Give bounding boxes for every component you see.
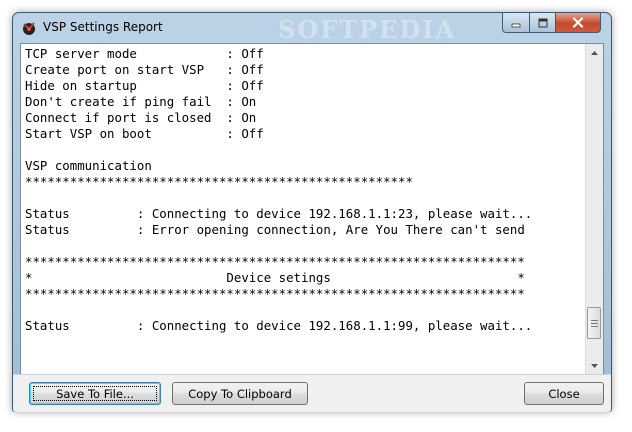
window-title: VSP Settings Report xyxy=(43,20,163,34)
report-window: VSP Settings Report SOFTPEDIA TCP server… xyxy=(12,12,612,412)
focus-rectangle xyxy=(33,386,157,401)
save-to-file-button[interactable]: Save To File... xyxy=(29,382,161,405)
report-line: Status : Connecting to device 192.168.1.… xyxy=(25,318,533,333)
report-line xyxy=(25,190,585,206)
button-bar: Save To File... Copy To Clipboard Close xyxy=(13,374,611,412)
report-line xyxy=(25,238,585,254)
close-window-button[interactable] xyxy=(555,13,601,33)
scroll-up-button[interactable] xyxy=(586,44,603,61)
report-line xyxy=(25,302,585,318)
thumb-grip xyxy=(591,323,598,324)
report-line: Status : Connecting to device 192.168.1.… xyxy=(25,206,533,221)
copy-to-clipboard-button[interactable]: Copy To Clipboard xyxy=(172,382,308,405)
report-line: VSP communication xyxy=(25,158,152,173)
app-icon xyxy=(23,22,35,35)
report-line: Create port on start VSP : Off xyxy=(25,62,264,77)
report-line: Status : Error opening connection, Are Y… xyxy=(25,222,525,237)
thumb-grip xyxy=(591,320,598,321)
maximize-button[interactable] xyxy=(529,13,556,33)
close-button[interactable]: Close xyxy=(524,382,604,405)
maximize-icon xyxy=(538,18,547,27)
report-line xyxy=(25,142,585,158)
scrollbar-thumb[interactable] xyxy=(587,307,601,339)
thumb-grip xyxy=(591,326,598,327)
report-text: TCP server mode : Off Create port on star… xyxy=(25,46,585,372)
report-line: ****************************************… xyxy=(25,286,525,301)
chevron-up-icon xyxy=(591,50,598,55)
watermark: SOFTPEDIA xyxy=(278,15,457,44)
report-line: * Device setings * xyxy=(25,270,525,285)
chevron-down-icon xyxy=(591,363,598,368)
vertical-scrollbar[interactable] xyxy=(585,44,603,374)
copy-button-label: Copy To Clipboard xyxy=(188,386,292,401)
report-line: ****************************************… xyxy=(25,174,413,189)
minimize-button[interactable] xyxy=(502,13,530,33)
report-line: Don't create if ping fail : On xyxy=(25,94,257,109)
report-line: TCP server mode : Off xyxy=(25,46,264,61)
report-line: Start VSP on boot : Off xyxy=(25,126,264,141)
scroll-down-button[interactable] xyxy=(586,357,603,374)
report-line: Connect if port is closed : On xyxy=(25,110,257,125)
minimize-icon xyxy=(511,23,521,27)
title-bar[interactable]: VSP Settings Report SOFTPEDIA xyxy=(13,13,611,44)
report-line: ****************************************… xyxy=(25,254,525,269)
close-button-label: Close xyxy=(548,386,580,401)
report-area[interactable]: TCP server mode : Off Create port on star… xyxy=(20,43,604,375)
close-icon xyxy=(572,17,584,28)
report-line: Hide on startup : Off xyxy=(25,78,264,93)
